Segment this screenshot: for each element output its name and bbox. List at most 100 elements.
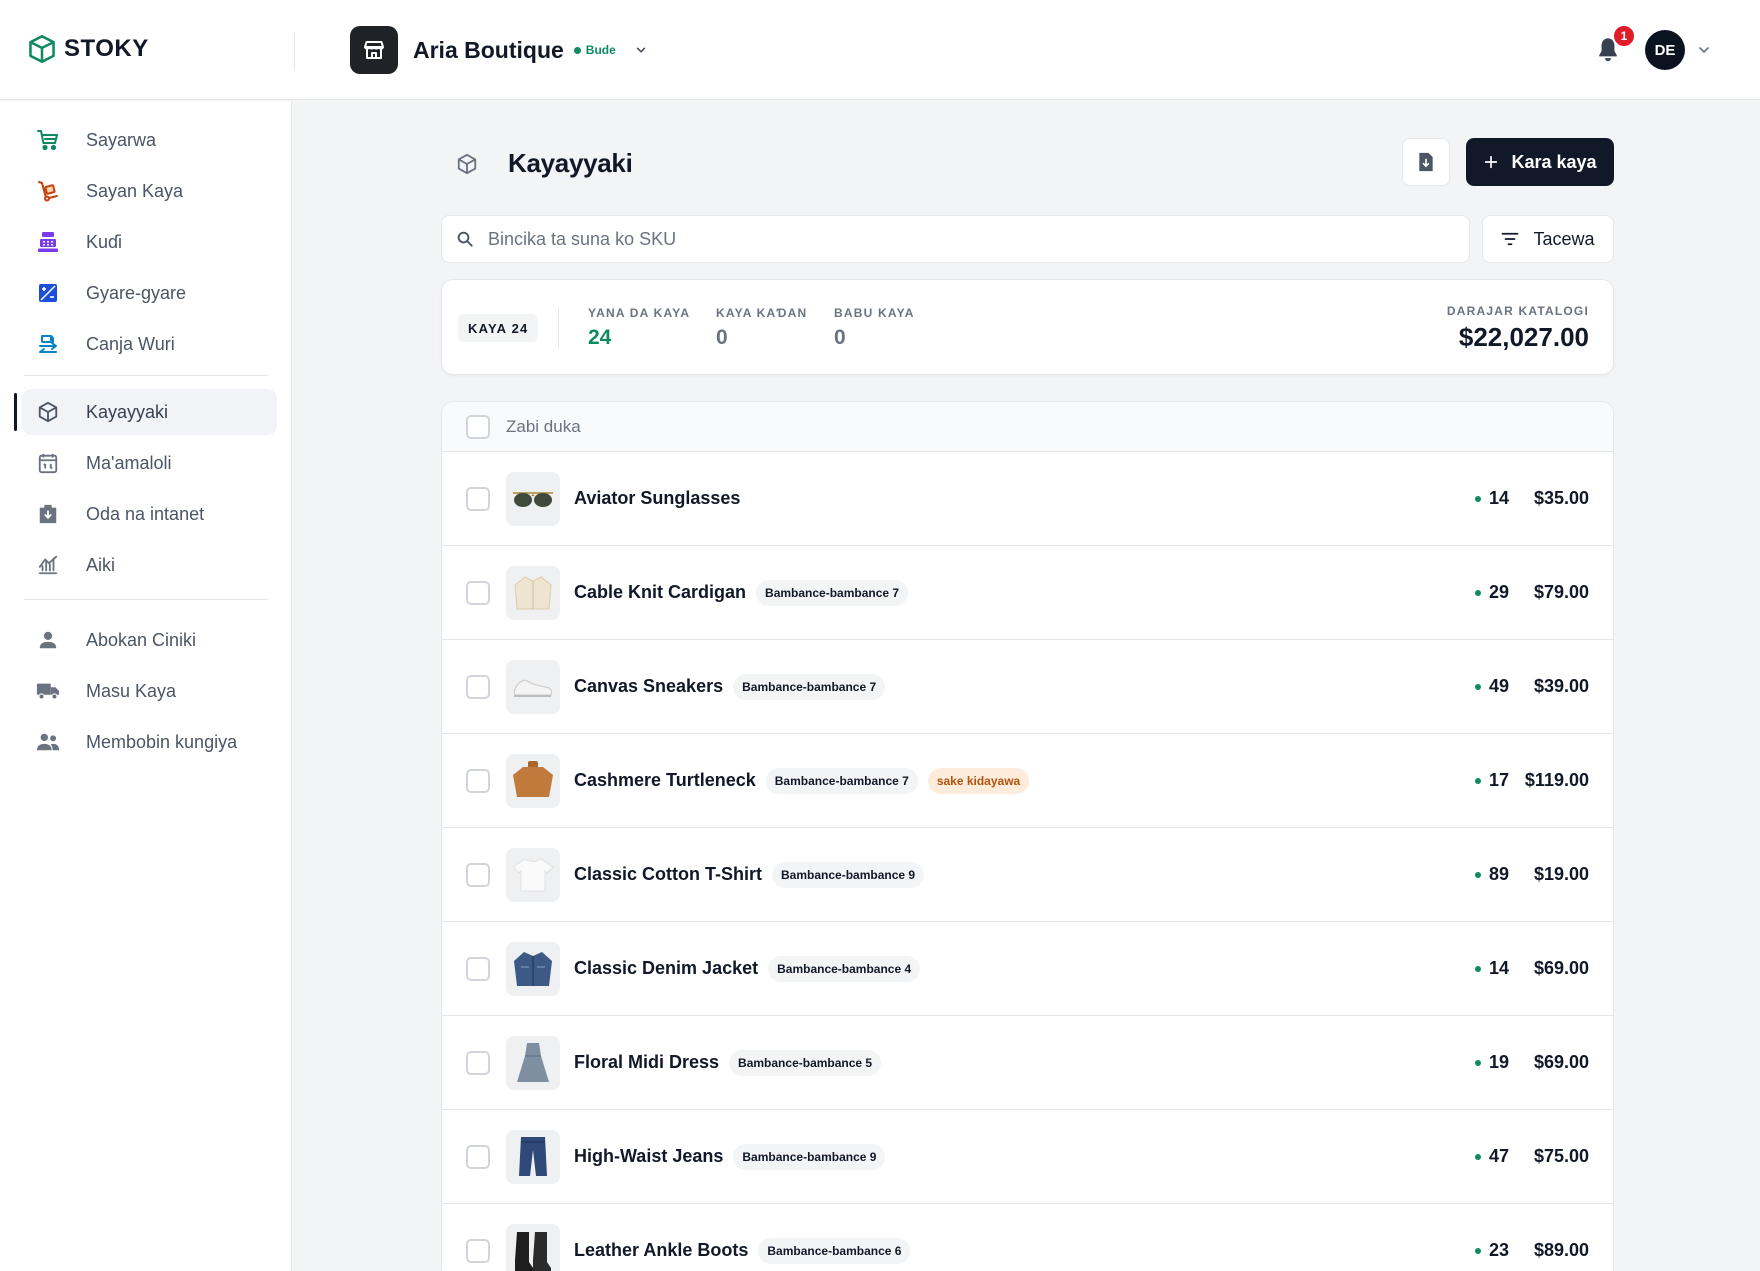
row-checkbox[interactable]	[466, 486, 490, 511]
product-name[interactable]: Cable Knit Cardigan	[574, 582, 746, 603]
stats-card: KAYA 24 YANA DA KAYA 24 KAYA KAƊAN 0 BAB…	[441, 279, 1614, 375]
sidebar-item-label: Membobin kungiya	[86, 731, 238, 752]
status-dot	[573, 46, 581, 54]
stock-value: 49	[1488, 676, 1509, 696]
stat-low-stock: KAYA KAƊAN 0	[716, 306, 807, 350]
sidebar-item-label: Ma'amaloli	[86, 452, 172, 473]
sidebar-item-maamaloli[interactable]: Ma'amaloli	[22, 440, 277, 486]
table-row[interactable]: Aviator Sunglasses 14 $35.00	[442, 452, 1613, 546]
row-checkbox[interactable]	[466, 580, 490, 605]
divider	[558, 308, 559, 348]
sidebar-item-masu-kaya[interactable]: Masu Kaya	[22, 668, 277, 714]
row-checkbox[interactable]	[466, 1238, 490, 1263]
variants-badge: Bambance-bambance 9	[733, 1143, 886, 1170]
stat-value: 0	[834, 326, 846, 349]
stock-quantity: 23	[1474, 1240, 1509, 1261]
sidebar-item-gyare-gyare[interactable]: Gyare-gyare	[22, 270, 277, 316]
products-table: Zabi duka Aviator Sunglasses 14 $35.00 Cabl…	[441, 401, 1614, 1271]
row-checkbox[interactable]	[466, 674, 490, 699]
avatar[interactable]: DE	[1645, 30, 1685, 70]
sidebar-item-kudi[interactable]: Kuɗi	[22, 219, 277, 265]
sidebar-item-label: Oda na intanet	[86, 503, 205, 524]
product-name[interactable]: High-Waist Jeans	[574, 1146, 723, 1167]
brand-name: STOKY	[64, 35, 149, 62]
table-row[interactable]: Classic Cotton T-Shirt Bambance-bambance …	[442, 828, 1613, 922]
sidebar-item-membobin-kungiya[interactable]: Membobin kungiya	[22, 719, 277, 765]
stat-in-stock: YANA DA KAYA 24	[588, 306, 690, 350]
sidebar-item-label: Sayarwa	[86, 129, 157, 150]
catalog-value-label: DARAJAR KATALOGI	[1446, 304, 1589, 318]
product-name[interactable]: Canvas Sneakers	[574, 676, 723, 697]
product-price: $19.00	[1533, 864, 1589, 884]
export-button[interactable]	[1402, 138, 1450, 186]
sidebar-item-label: Sayan Kaya	[86, 180, 184, 201]
row-checkbox[interactable]	[466, 768, 490, 793]
sidebar-item-label: Aiki	[86, 554, 116, 575]
product-name[interactable]: Cashmere Turtleneck	[574, 770, 756, 791]
table-row[interactable]: Cashmere Turtleneck Bambance-bambance 7 sa…	[442, 734, 1613, 828]
cube-icon	[34, 398, 62, 426]
download-box-icon	[34, 500, 62, 528]
stock-value: 23	[1488, 1240, 1509, 1260]
chevron-down-icon[interactable]	[634, 43, 648, 57]
row-checkbox[interactable]	[466, 1050, 490, 1075]
product-name[interactable]: Classic Denim Jacket	[574, 958, 758, 979]
table-row[interactable]: Floral Midi Dress Bambance-bambance 5 19 $6…	[442, 1016, 1613, 1110]
product-name[interactable]: Leather Ankle Boots	[574, 1240, 748, 1261]
variants-badge: Bambance-bambance 9	[772, 861, 925, 888]
search-input[interactable]	[488, 228, 1388, 250]
select-all-checkbox[interactable]	[466, 414, 490, 439]
row-checkbox[interactable]	[466, 956, 490, 981]
table-row[interactable]: Classic Denim Jacket Bambance-bambance 4 1…	[442, 922, 1613, 1016]
product-price: $69.00	[1533, 958, 1589, 978]
sidebar-divider	[24, 375, 268, 376]
chevron-down-icon[interactable]	[1696, 42, 1712, 58]
sidebar-item-abokan-ciniki[interactable]: Abokan Ciniki	[22, 617, 277, 663]
product-name[interactable]: Aviator Sunglasses	[574, 488, 740, 509]
top-bar: STOKY Aria Boutique Bude 1 DE	[0, 0, 1760, 100]
add-product-button[interactable]: Kara kaya	[1466, 138, 1614, 186]
chart-icon	[34, 551, 62, 579]
notification-badge: 1	[1612, 24, 1636, 48]
product-name[interactable]: Classic Cotton T-Shirt	[574, 864, 762, 885]
dolly-icon	[34, 177, 62, 205]
truck-icon	[34, 677, 62, 705]
transfer-icon	[34, 330, 62, 358]
sidebar-item-sayan-kaya[interactable]: Sayan Kaya	[22, 168, 277, 214]
sidebar-item-aiki[interactable]: Aiki	[22, 542, 277, 588]
sidebar-divider	[24, 599, 268, 600]
stat-out-of-stock: BABU KAYA 0	[834, 306, 915, 350]
sidebar-item-label: Abokan Ciniki	[86, 629, 197, 650]
table-row[interactable]: Cable Knit Cardigan Bambance-bambance 7 29…	[442, 546, 1613, 640]
adjust-icon	[34, 279, 62, 307]
stock-quantity: 29	[1474, 582, 1509, 603]
stock-quantity: 14	[1474, 488, 1509, 509]
stock-quantity: 89	[1474, 864, 1509, 885]
product-name[interactable]: Floral Midi Dress	[574, 1052, 719, 1073]
table-row[interactable]: High-Waist Jeans Bambance-bambance 9 47 $75…	[442, 1110, 1613, 1204]
filter-label: Tacewa	[1533, 228, 1595, 249]
search-box[interactable]	[441, 215, 1470, 263]
store-switcher[interactable]: Aria Boutique Bude	[350, 26, 648, 74]
sidebar-item-canja-wuri[interactable]: Canja Wuri	[22, 321, 277, 367]
stock-value: 14	[1488, 488, 1509, 508]
sidebar-item-kayayyaki[interactable]: Kayayyaki	[22, 389, 277, 435]
table-row[interactable]: Leather Ankle Boots Bambance-bambance 6 23…	[442, 1204, 1613, 1271]
sidebar: Sayarwa Sayan Kaya Kuɗi Gyare-gyare Canj…	[0, 101, 292, 1271]
row-checkbox[interactable]	[466, 1144, 490, 1169]
sidebar-item-oda-na-intanet[interactable]: Oda na intanet	[22, 491, 277, 537]
variants-badge: Bambance-bambance 7	[756, 579, 909, 606]
sidebar-item-sayarwa[interactable]: Sayarwa	[22, 117, 277, 163]
select-all-label: Zabi duka	[506, 416, 581, 436]
table-row[interactable]: Canvas Sneakers Bambance-bambance 7 49 $39.…	[442, 640, 1613, 734]
stock-value: 19	[1488, 1052, 1509, 1072]
page-title: Kayayyaki	[508, 148, 633, 178]
filter-button[interactable]: Tacewa	[1482, 215, 1614, 263]
row-checkbox[interactable]	[466, 862, 490, 887]
stock-value: 29	[1488, 582, 1509, 602]
brand-logo[interactable]: STOKY	[28, 34, 149, 64]
in-stock-dot	[1474, 1247, 1481, 1254]
product-price: $75.00	[1533, 1146, 1589, 1166]
catalog-value-amount: $22,027.00	[1458, 322, 1589, 352]
sidebar-item-label: Canja Wuri	[86, 333, 175, 354]
